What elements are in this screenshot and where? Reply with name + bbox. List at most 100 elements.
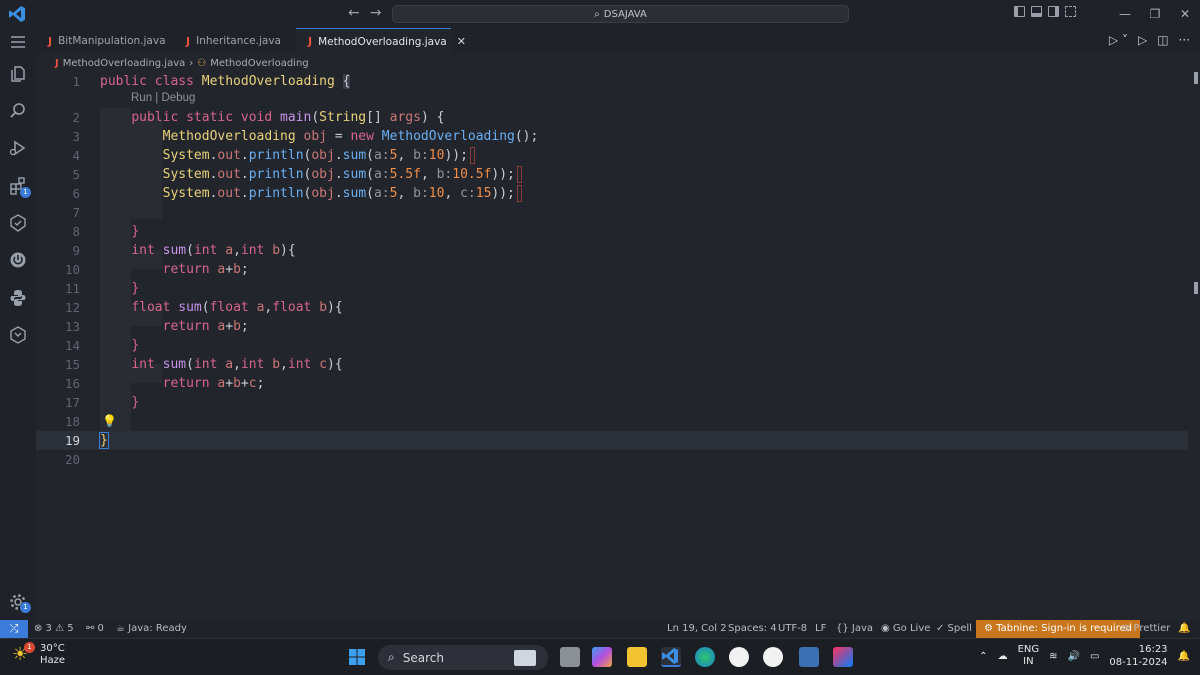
line-number: 6 bbox=[72, 186, 80, 201]
power-icon[interactable] bbox=[8, 250, 28, 270]
explorer-icon[interactable] bbox=[8, 64, 28, 84]
tab-methodoverloading[interactable]: J MethodOverloading.java ✕ bbox=[296, 28, 466, 54]
code-line: 18 💡 bbox=[36, 412, 1188, 431]
lightbulb-icon[interactable]: 💡 bbox=[102, 412, 117, 431]
split-editor-icon[interactable]: ◫ bbox=[1157, 33, 1168, 47]
line-number: 17 bbox=[64, 395, 80, 410]
remote-indicator-icon[interactable]: ⤮ bbox=[0, 620, 28, 638]
github-desktop-icon[interactable] bbox=[763, 647, 783, 667]
remote-desktop-icon[interactable] bbox=[799, 647, 819, 667]
edge-browser-icon[interactable] bbox=[695, 647, 715, 667]
windows-start-icon[interactable] bbox=[347, 647, 367, 667]
status-bar: ⤮ ⊗ 3 ⚠ 5 ⚯ 0 ☕ Java: Ready Ln 19, Col 2… bbox=[0, 620, 1200, 638]
ports-count[interactable]: ⚯ 0 bbox=[86, 620, 104, 638]
vscode-logo-icon bbox=[9, 6, 25, 22]
tab-inheritance[interactable]: J Inheritance.java bbox=[174, 28, 296, 54]
line-number: 15 bbox=[64, 357, 80, 372]
code-line: 16 return a+b+c; bbox=[36, 374, 1188, 393]
intellij-idea-icon[interactable] bbox=[833, 647, 853, 667]
go-live-button[interactable]: ◉ Go Live bbox=[881, 620, 930, 638]
breadcrumb-symbol[interactable]: MethodOverloading bbox=[210, 58, 308, 69]
line-number: 3 bbox=[72, 129, 80, 144]
taskbar-search[interactable]: ⌕ Search bbox=[378, 645, 548, 670]
line-number: 12 bbox=[64, 300, 80, 315]
line-number: 13 bbox=[64, 319, 80, 334]
forward-arrow-icon[interactable]: → bbox=[370, 5, 382, 21]
java-status[interactable]: ☕ Java: Ready bbox=[116, 620, 187, 638]
editor-tabs: J BitManipulation.java J Inheritance.jav… bbox=[36, 28, 1200, 54]
onedrive-cloud-icon[interactable]: ☁ bbox=[998, 651, 1008, 662]
java-file-icon: J bbox=[55, 57, 59, 69]
tabnine-status[interactable]: ⚙ Tabnine: Sign-in is required bbox=[976, 620, 1141, 638]
menu-icon[interactable] bbox=[8, 32, 28, 52]
line-number: 5 bbox=[72, 167, 80, 182]
vscode-taskbar-icon[interactable] bbox=[661, 647, 681, 667]
close-tab-icon[interactable]: ✕ bbox=[457, 35, 466, 48]
system-tray: ⌃ ☁ ENG IN ≋ 🔊 ▭ 16:23 08-11-2024 🔔 bbox=[979, 643, 1190, 669]
notifications-bell-icon[interactable]: 🔔 bbox=[1178, 620, 1190, 638]
scrollbar-marker[interactable] bbox=[1194, 282, 1198, 294]
remote-explorer-icon[interactable] bbox=[8, 325, 28, 345]
battery-icon[interactable]: ▭ bbox=[1090, 651, 1099, 662]
run-code-icon[interactable]: ▷ bbox=[1138, 33, 1147, 47]
line-number: 14 bbox=[64, 338, 80, 353]
code-line: 7 bbox=[36, 203, 1188, 222]
line-number: 18 bbox=[64, 414, 80, 429]
run-and-debug-icon[interactable] bbox=[8, 138, 28, 158]
code-line: 12 float sum(float a,float b){ bbox=[36, 298, 1188, 317]
show-hidden-icons-icon[interactable]: ⌃ bbox=[979, 651, 987, 662]
code-line: 20 bbox=[36, 450, 1188, 469]
github-icon[interactable] bbox=[729, 647, 749, 667]
prettier-status[interactable]: ⊘ Prettier bbox=[1122, 620, 1170, 638]
indentation[interactable]: Spaces: 4 bbox=[728, 620, 777, 638]
search-icon[interactable] bbox=[8, 101, 28, 121]
taskbar-search-label: Search bbox=[402, 650, 444, 665]
line-number: 19 bbox=[64, 433, 80, 448]
run-java-icon[interactable]: ▷ ˅ bbox=[1109, 33, 1128, 47]
toggle-primary-sidebar-icon[interactable] bbox=[1014, 6, 1025, 17]
code-editor[interactable]: 1 public class MethodOverloading { Run | … bbox=[36, 70, 1188, 620]
toggle-secondary-sidebar-icon[interactable] bbox=[1048, 6, 1059, 17]
tab-bitmanipulation[interactable]: J BitManipulation.java bbox=[36, 28, 174, 54]
language-indicator[interactable]: ENG bbox=[1018, 644, 1040, 656]
language-mode[interactable]: {} Java bbox=[836, 620, 873, 638]
problems-count[interactable]: ⊗ 3 ⚠ 5 bbox=[34, 620, 74, 638]
cursor-position[interactable]: Ln 19, Col 2 bbox=[667, 620, 727, 638]
weather-condition: Haze bbox=[40, 655, 66, 666]
task-view-icon[interactable] bbox=[560, 647, 580, 667]
command-center-label: DSAJAVA bbox=[603, 8, 647, 20]
code-line: 4 System.out.println(obj.sum(a:5, b:10))… bbox=[36, 146, 1188, 165]
restore-icon[interactable]: ❐ bbox=[1140, 7, 1170, 21]
file-explorer-icon[interactable] bbox=[627, 647, 647, 667]
back-arrow-icon[interactable]: ← bbox=[348, 5, 360, 21]
line-number: 9 bbox=[72, 243, 80, 258]
volume-icon[interactable]: 🔊 bbox=[1068, 651, 1080, 662]
customize-layout-icon[interactable] bbox=[1065, 6, 1076, 17]
weather-widget[interactable]: ☀ 1 30°C Haze bbox=[12, 642, 66, 667]
spell-check[interactable]: ✓ Spell bbox=[936, 620, 972, 638]
more-actions-icon[interactable]: ··· bbox=[1179, 33, 1190, 47]
extensions-badge: 1 bbox=[20, 187, 31, 198]
python-icon[interactable] bbox=[8, 288, 28, 308]
broadcast-icon: ◉ bbox=[881, 623, 890, 634]
minimize-icon[interactable]: — bbox=[1110, 7, 1140, 21]
time: 16:23 bbox=[1138, 644, 1168, 655]
code-line: 5 System.out.println(obj.sum(a:5.5f, b:1… bbox=[36, 165, 1188, 184]
clock[interactable]: 16:23 08-11-2024 bbox=[1109, 643, 1167, 669]
command-center-search[interactable]: ⌕ DSAJAVA bbox=[392, 5, 849, 23]
run-debug-codelens[interactable]: Run | Debug bbox=[131, 92, 195, 104]
scrollbar-marker[interactable] bbox=[1194, 72, 1198, 84]
breadcrumb-file[interactable]: MethodOverloading.java bbox=[63, 58, 186, 69]
close-window-icon[interactable]: ✕ bbox=[1170, 7, 1200, 21]
copilot-icon[interactable] bbox=[592, 647, 612, 667]
java-file-icon: J bbox=[186, 34, 191, 48]
notification-bell-icon[interactable]: 🔔 bbox=[1178, 651, 1190, 662]
code-line: 8 } bbox=[36, 222, 1188, 241]
breadcrumb-separator-icon: › bbox=[189, 57, 194, 69]
toggle-panel-icon[interactable] bbox=[1031, 6, 1042, 17]
wifi-icon[interactable]: ≋ bbox=[1049, 651, 1057, 662]
code-line: 1 public class MethodOverloading { bbox=[36, 72, 1188, 91]
end-of-line[interactable]: LF bbox=[815, 620, 826, 638]
encoding[interactable]: UTF-8 bbox=[778, 620, 807, 638]
testing-icon[interactable] bbox=[8, 213, 28, 233]
